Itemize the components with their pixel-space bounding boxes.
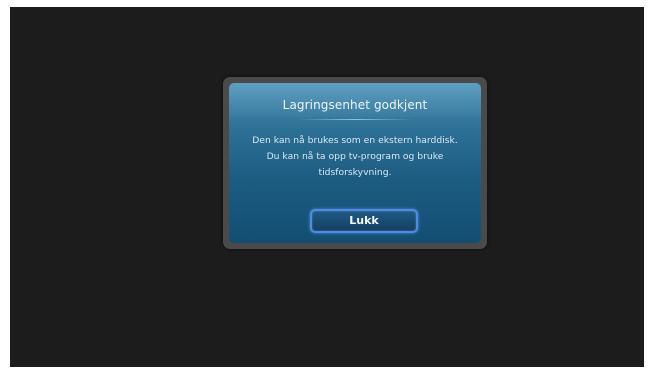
message-line: Den kan nå brukes som en ekstern harddis… xyxy=(252,135,458,146)
storage-approved-dialog: Lagringsenhet godkjent Den kan nå brukes… xyxy=(229,83,481,243)
message-line: tidsforskyvning. xyxy=(318,167,392,178)
title-divider xyxy=(297,119,413,120)
tv-screen: Lagringsenhet godkjent Den kan nå brukes… xyxy=(10,7,644,367)
notification-dialog-frame: Lagringsenhet godkjent Den kan nå brukes… xyxy=(223,77,487,249)
dialog-title: Lagringsenhet godkjent xyxy=(282,98,428,112)
close-button[interactable]: Lukk xyxy=(310,209,418,233)
dialog-message: Den kan nå brukes som en ekstern harddis… xyxy=(235,133,475,181)
message-line: Du kan nå ta opp tv-program og bruke xyxy=(266,151,444,162)
